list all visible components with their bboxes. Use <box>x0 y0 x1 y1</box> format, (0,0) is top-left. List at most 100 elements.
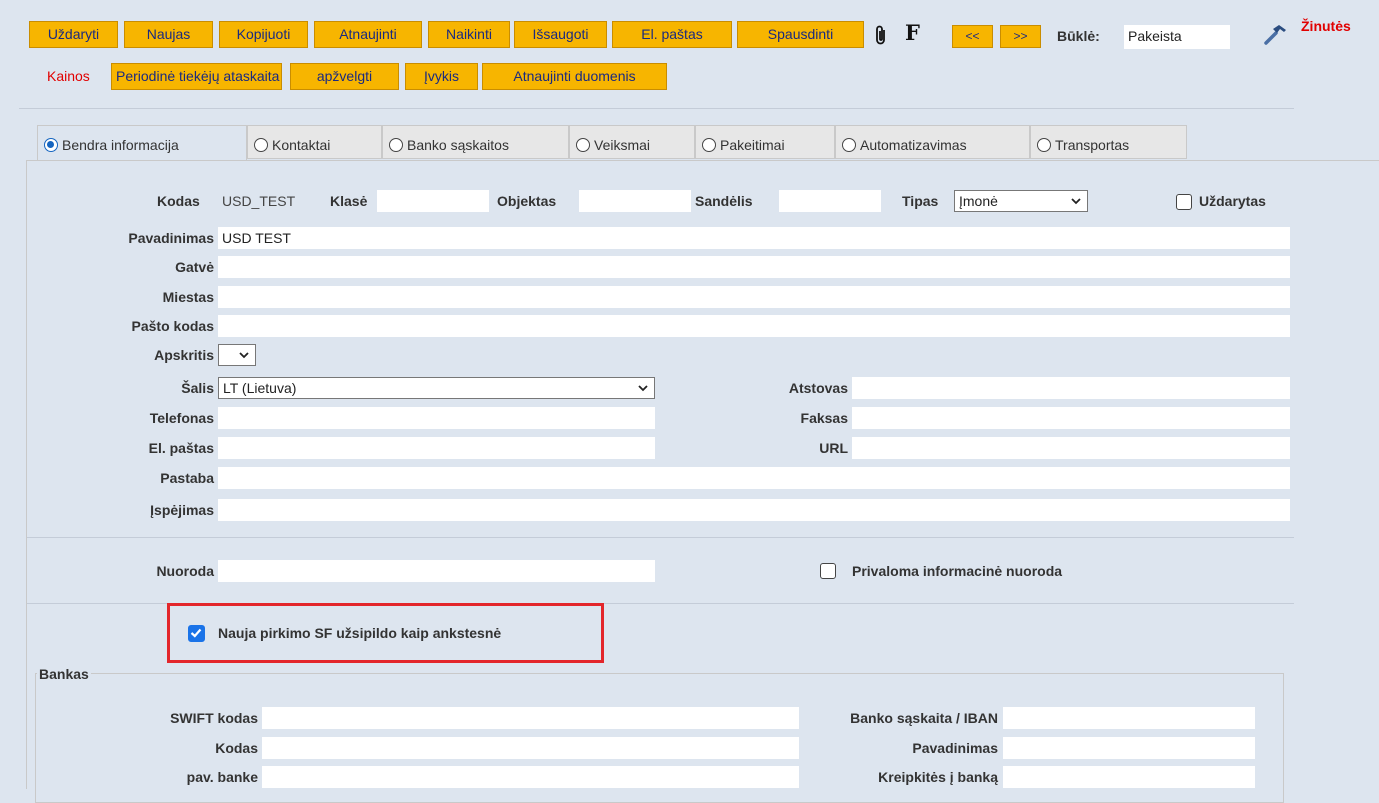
code-value: USD_TEST <box>222 193 296 209</box>
class-input[interactable] <box>377 190 489 212</box>
bank-code-label: Kodas <box>215 740 258 756</box>
fax-label: Faksas <box>800 410 848 426</box>
city-input[interactable] <box>218 286 1290 308</box>
postcode-label: Pašto kodas <box>131 318 214 334</box>
warehouse-input[interactable] <box>779 190 881 212</box>
mandatory-reference-label: Privaloma informacinė nuoroda <box>852 563 1063 579</box>
bank-code-input[interactable] <box>262 737 799 759</box>
periodic-supplier-report-button[interactable]: Periodinė tiekėjų ataskaita <box>111 63 282 90</box>
hammer-icon[interactable] <box>1262 22 1288 46</box>
fax-input[interactable] <box>852 407 1290 429</box>
note-label: Pastaba <box>160 470 214 486</box>
tab-radio-selected <box>44 138 58 152</box>
tab-label: Kontaktai <box>272 137 331 153</box>
save-button[interactable]: Išsaugoti <box>514 21 607 48</box>
county-select[interactable] <box>218 344 256 366</box>
prices-label[interactable]: Kainos <box>47 68 90 84</box>
bank-name-label: Pavadinimas <box>912 740 998 756</box>
type-select-value: Įmonė <box>959 193 998 209</box>
bank-legend: Bankas <box>37 663 91 685</box>
tab-transportas[interactable]: Transportas <box>1030 125 1187 159</box>
class-label: Klasė <box>330 193 368 209</box>
representative-label: Atstovas <box>788 380 848 396</box>
warning-input[interactable] <box>218 499 1290 521</box>
refresh-button[interactable]: Atnaujinti <box>314 21 422 48</box>
new-button[interactable]: Naujas <box>124 21 213 48</box>
email-input[interactable] <box>218 437 655 459</box>
contact-bank-input[interactable] <box>1003 766 1255 788</box>
iban-label: Banko sąskaita / IBAN <box>850 710 998 726</box>
event-button[interactable]: Įvykis <box>405 63 478 90</box>
swift-input[interactable] <box>262 707 799 729</box>
reference-input[interactable] <box>218 560 655 582</box>
f-icon[interactable]: F <box>905 20 920 46</box>
street-label: Gatvė <box>175 259 214 275</box>
paperclip-icon[interactable] <box>874 25 888 47</box>
closed-checkbox[interactable] <box>1176 194 1192 210</box>
tab-radio <box>576 138 590 152</box>
street-input[interactable] <box>218 256 1290 278</box>
tab-banko-saskaitos[interactable]: Banko sąskaitos <box>382 125 569 159</box>
tab-pakeitimai[interactable]: Pakeitimai <box>695 125 835 159</box>
new-invoice-like-previous-label: Nauja pirkimo SF užsipildo kaip ankstesn… <box>218 625 502 641</box>
chevron-down-icon <box>638 385 648 392</box>
toolbar-divider <box>19 108 1294 109</box>
checkmark-icon <box>190 628 202 638</box>
tab-radio <box>254 138 268 152</box>
print-button[interactable]: Spausdinti <box>737 21 864 48</box>
tab-radio <box>842 138 856 152</box>
country-label: Šalis <box>181 380 214 396</box>
warning-label: Įspėjimas <box>150 502 214 518</box>
warehouse-label: Sandėlis <box>695 193 753 209</box>
tab-radio <box>1037 138 1051 152</box>
country-select[interactable]: LT (Lietuva) <box>218 377 655 399</box>
code-label: Kodas <box>157 193 200 209</box>
swift-label: SWIFT kodas <box>170 710 258 726</box>
type-label: Tipas <box>902 193 939 209</box>
object-label: Objektas <box>497 193 557 209</box>
tab-label: Automatizavimas <box>860 137 967 153</box>
messages-link[interactable]: Žinutės <box>1301 18 1351 34</box>
tab-automatizavimas[interactable]: Automatizavimas <box>835 125 1030 159</box>
country-select-value: LT (Lietuva) <box>223 380 297 396</box>
review-button[interactable]: apžvelgti <box>290 63 399 90</box>
contact-bank-label: Kreipkitės į banką <box>878 769 998 785</box>
iban-input[interactable] <box>1003 707 1255 729</box>
phone-input[interactable] <box>218 407 655 429</box>
close-button[interactable]: Uždaryti <box>29 21 118 48</box>
postcode-input[interactable] <box>218 315 1290 337</box>
url-input[interactable] <box>852 437 1290 459</box>
tab-label: Veiksmai <box>594 137 651 153</box>
email-button[interactable]: El. paštas <box>612 21 732 48</box>
reference-label: Nuoroda <box>156 563 214 579</box>
mandatory-reference-checkbox[interactable] <box>820 563 836 579</box>
name-in-bank-input[interactable] <box>262 766 799 788</box>
section-divider <box>27 537 1294 538</box>
tab-panel-left-border <box>26 160 27 789</box>
representative-input[interactable] <box>852 377 1290 399</box>
object-input[interactable] <box>579 190 691 212</box>
new-invoice-like-previous-checkbox[interactable] <box>188 625 205 642</box>
type-select[interactable]: Įmonė <box>954 190 1088 212</box>
phone-label: Telefonas <box>149 410 214 426</box>
chevron-down-icon <box>1071 198 1081 205</box>
next-record-button[interactable]: >> <box>1000 25 1041 48</box>
status-label: Būklė: <box>1057 28 1100 44</box>
tab-kontaktai[interactable]: Kontaktai <box>247 125 382 159</box>
chevron-down-icon <box>239 352 249 359</box>
city-label: Miestas <box>162 289 214 305</box>
tab-bendra-informacija[interactable]: Bendra informacija <box>37 125 247 161</box>
tab-label: Pakeitimai <box>720 137 785 153</box>
bank-name-input[interactable] <box>1003 737 1255 759</box>
tab-veiksmai[interactable]: Veiksmai <box>569 125 695 159</box>
note-input[interactable] <box>218 467 1290 489</box>
name-input[interactable]: USD TEST <box>218 227 1290 249</box>
tab-radio <box>702 138 716 152</box>
tab-radio <box>389 138 403 152</box>
tab-label: Bendra informacija <box>62 137 179 153</box>
tab-panel-border <box>26 160 1379 161</box>
copy-button[interactable]: Kopijuoti <box>219 21 308 48</box>
prev-record-button[interactable]: << <box>952 25 993 48</box>
update-data-button[interactable]: Atnaujinti duomenis <box>482 63 667 90</box>
delete-button[interactable]: Naikinti <box>428 21 510 48</box>
